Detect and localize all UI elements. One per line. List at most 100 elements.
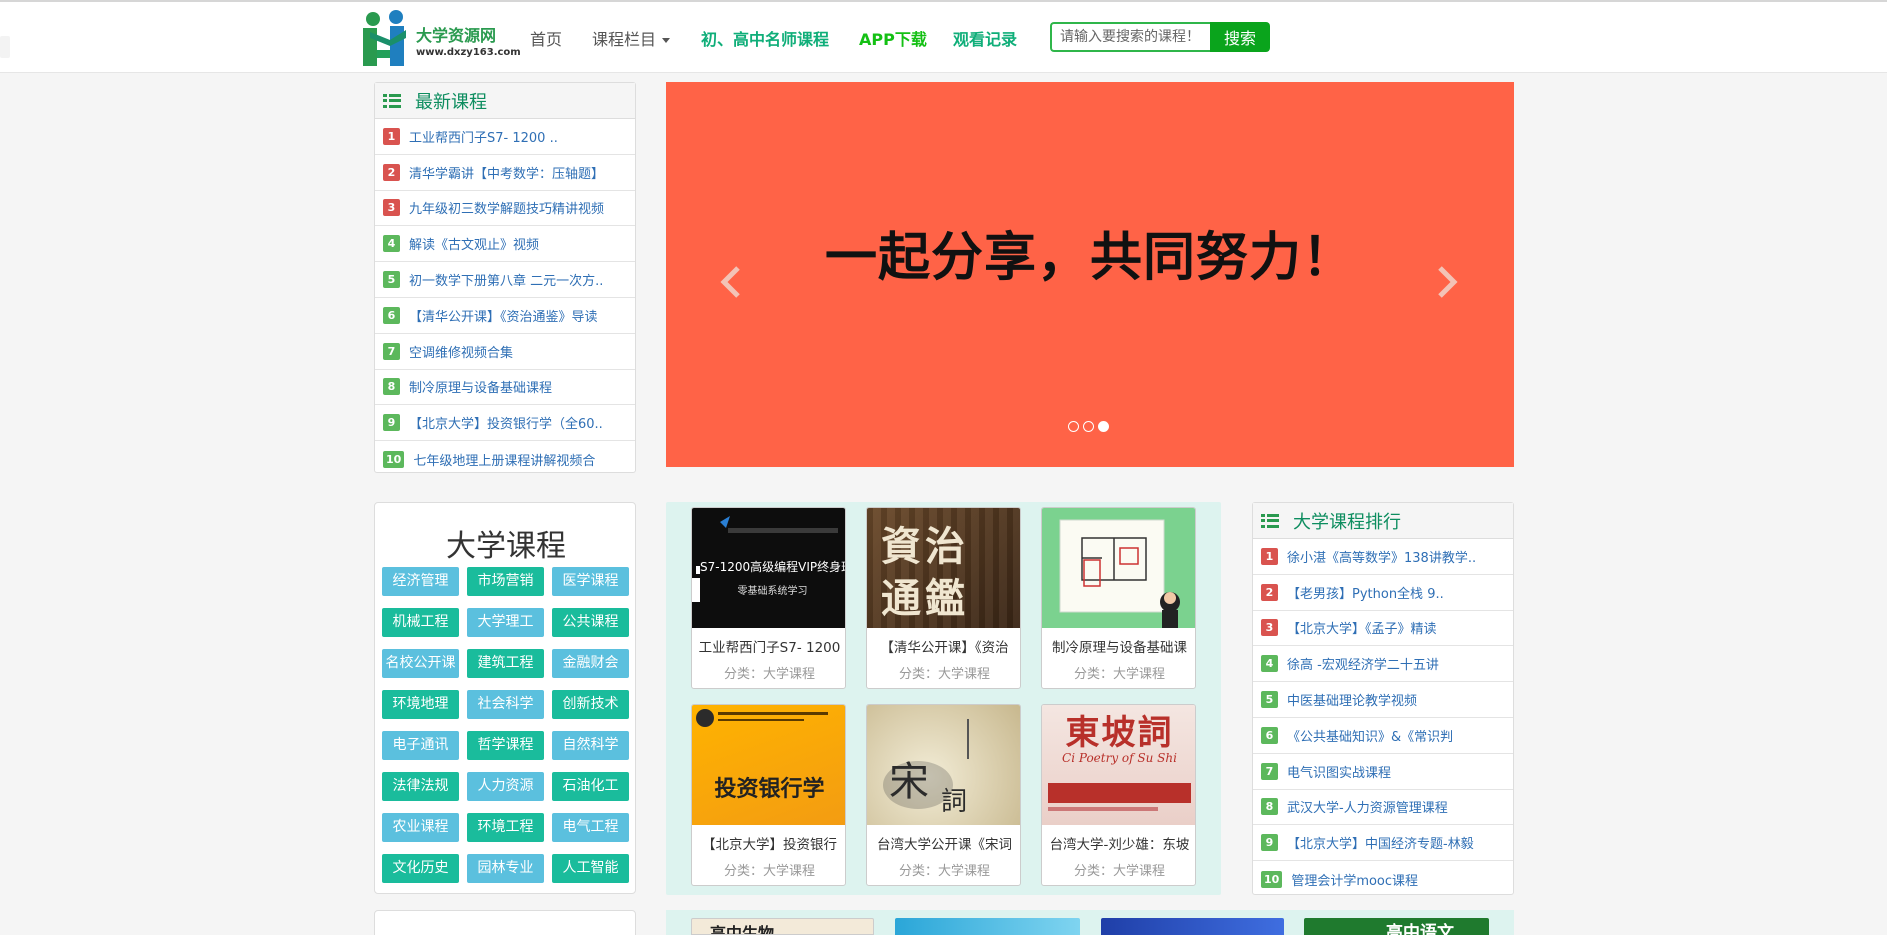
course-category: 分类：大学课程 — [898, 864, 990, 879]
course-link[interactable]: 【北京大学】投资银行学（全60.. — [409, 413, 603, 432]
category-button[interactable]: 哲学课程 — [467, 731, 544, 760]
category-button[interactable]: 园林专业 — [467, 854, 544, 883]
category-button[interactable]: 社会科学 — [467, 690, 544, 719]
category-button[interactable]: 文化历史 — [382, 854, 459, 883]
course-card-peek[interactable]: 高中语文 — [1304, 918, 1489, 935]
list-icon — [1261, 513, 1279, 528]
thumb-caption: S7-1200高级编程VIP终身班 — [700, 560, 846, 574]
list-item[interactable]: 4 徐高 -宏观经济学二十五讲 — [1253, 646, 1513, 683]
course-card-peek[interactable]: 高中生物 — [691, 918, 874, 935]
course-link[interactable]: 管理会计学mooc课程 — [1291, 870, 1418, 889]
course-link[interactable]: 徐小湛《高等数学》138讲教学.. — [1287, 547, 1476, 566]
course-link[interactable]: 《公共基础知识》&《常识判 — [1287, 726, 1453, 745]
course-card[interactable]: 東坡詞 Ci Poetry of Su Shi 台湾大学-刘少雄：东坡 分类：大… — [1041, 704, 1196, 886]
search-input[interactable] — [1050, 22, 1212, 52]
course-title[interactable]: 【清华公开课】《资治 — [867, 636, 1020, 656]
hero-carousel[interactable]: 一起分享，共同努力！ — [666, 82, 1514, 467]
list-item[interactable]: 2 【老男孩】Python全栈 9.. — [1253, 575, 1513, 611]
course-link[interactable]: 清华学霸讲【中考数学：压轴题】 — [409, 163, 604, 182]
course-title[interactable]: 工业帮西门子S7- 1200 — [692, 636, 845, 656]
course-link[interactable]: 解读《古文观止》视频 — [409, 234, 539, 253]
carousel-dot[interactable] — [1083, 421, 1094, 432]
course-card[interactable]: 制冷原理与设备基础课 分类：大学课程 — [1041, 507, 1196, 689]
nav-home[interactable]: 首页 — [530, 26, 562, 50]
carousel-next-button[interactable] — [1434, 264, 1460, 300]
course-link[interactable]: 中医基础理论教学视频 — [1287, 690, 1417, 709]
category-button[interactable]: 经济管理 — [382, 567, 459, 596]
list-item[interactable]: 9 【北京大学】中国经济专题-林毅 — [1253, 825, 1513, 862]
list-item[interactable]: 5 初一数学下册第八章 二元一次方.. — [375, 262, 635, 298]
category-button[interactable]: 环境地理 — [382, 690, 459, 719]
nav-teachers[interactable]: 初、高中名师课程 — [701, 26, 829, 50]
site-logo[interactable]: 大学资源网 www.dxzy163.com — [360, 10, 521, 68]
list-item[interactable]: 10 七年级地理上册课程讲解视频合 — [375, 441, 635, 477]
list-item[interactable]: 6 《公共基础知识》&《常识判 — [1253, 718, 1513, 754]
carousel-dot-active[interactable] — [1098, 421, 1109, 432]
course-link[interactable]: 武汉大学-人力资源管理课程 — [1287, 797, 1448, 816]
caret-down-icon — [662, 38, 671, 43]
category-button[interactable]: 建筑工程 — [467, 649, 544, 678]
nav-app-download[interactable]: APP下载 — [859, 26, 927, 50]
list-item[interactable]: 10 管理会计学mooc课程 — [1253, 861, 1513, 897]
course-link[interactable]: 制冷原理与设备基础课程 — [409, 377, 552, 396]
nav-course-menu[interactable]: 课程栏目 — [592, 26, 671, 50]
category-button[interactable]: 电气工程 — [552, 813, 629, 842]
search-button[interactable]: 搜索 — [1210, 22, 1270, 52]
category-button[interactable]: 市场营销 — [467, 567, 544, 596]
course-title[interactable]: 制冷原理与设备基础课 — [1042, 636, 1195, 656]
course-link[interactable]: 空调维修视频合集 — [409, 342, 513, 361]
course-card[interactable]: 資治 通鑑 【清华公开课】《资治 分类：大学课程 — [866, 507, 1021, 689]
list-item[interactable]: 8 武汉大学-人力资源管理课程 — [1253, 790, 1513, 826]
category-button[interactable]: 公共课程 — [552, 608, 629, 637]
category-button[interactable]: 电子通讯 — [382, 731, 459, 760]
category-button[interactable]: 金融财会 — [552, 649, 629, 678]
course-link[interactable]: 徐高 -宏观经济学二十五讲 — [1287, 654, 1439, 673]
category-button[interactable]: 自然科学 — [552, 731, 629, 760]
list-item[interactable]: 8 制冷原理与设备基础课程 — [375, 370, 635, 406]
course-title[interactable]: 台湾大学-刘少雄：东坡 — [1042, 833, 1195, 853]
category-button[interactable]: 医学课程 — [552, 567, 629, 596]
list-item[interactable]: 5 中医基础理论教学视频 — [1253, 682, 1513, 718]
category-button[interactable]: 人力资源 — [467, 772, 544, 801]
course-link[interactable]: 【老男孩】Python全栈 9.. — [1287, 583, 1444, 602]
course-link[interactable]: 【清华公开课】《资治通鉴》导读 — [409, 306, 598, 325]
category-button[interactable]: 大学理工 — [467, 608, 544, 637]
course-card[interactable]: S7-1200高级编程VIP终身班 零基础系统学习 工业帮西门子S7- 1200… — [691, 507, 846, 689]
course-link[interactable]: 【北京大学】《孟子》精读 — [1287, 618, 1437, 637]
list-item[interactable]: 6 【清华公开课】《资治通鉴》导读 — [375, 298, 635, 334]
category-button[interactable]: 名校公开课 — [382, 649, 459, 678]
list-item[interactable]: 2 清华学霸讲【中考数学：压轴题】 — [375, 155, 635, 191]
category-button[interactable]: 创新技术 — [552, 690, 629, 719]
list-item[interactable]: 1 徐小湛《高等数学》138讲教学.. — [1253, 539, 1513, 575]
category-button[interactable]: 农业课程 — [382, 813, 459, 842]
category-button[interactable]: 人工智能 — [552, 854, 629, 883]
nav-history[interactable]: 观看记录 — [953, 26, 1017, 50]
list-item[interactable]: 9 【北京大学】投资银行学（全60.. — [375, 405, 635, 442]
category-button[interactable]: 法律法规 — [382, 772, 459, 801]
course-title[interactable]: 【北京大学】投资银行 — [692, 833, 845, 853]
list-item[interactable]: 1 工业帮西门子S7- 1200 .. — [375, 119, 635, 155]
course-card-peek[interactable] — [895, 918, 1080, 935]
list-item[interactable]: 3 九年级初三数学解题技巧精讲视频 — [375, 191, 635, 227]
chevron-right-icon — [1438, 266, 1458, 298]
category-button[interactable]: 机械工程 — [382, 608, 459, 637]
course-card[interactable]: 投资银行学 【北京大学】投资银行 分类：大学课程 — [691, 704, 846, 886]
carousel-prev-button[interactable] — [718, 264, 744, 300]
list-item[interactable]: 7 电气识图实战课程 — [1253, 754, 1513, 790]
course-link[interactable]: 九年级初三数学解题技巧精讲视频 — [409, 198, 604, 217]
course-title[interactable]: 台湾大学公开课《宋词 — [867, 833, 1020, 853]
list-item[interactable]: 7 空调维修视频合集 — [375, 334, 635, 370]
list-item[interactable]: 3 【北京大学】《孟子》精读 — [1253, 611, 1513, 647]
list-item[interactable]: 4 解读《古文观止》视频 — [375, 226, 635, 263]
course-link[interactable]: 工业帮西门子S7- 1200 .. — [409, 127, 558, 146]
sidebar-toggle[interactable] — [0, 36, 10, 58]
course-link[interactable]: 电气识图实战课程 — [1287, 762, 1391, 781]
category-button[interactable]: 环境工程 — [467, 813, 544, 842]
course-link[interactable]: 七年级地理上册课程讲解视频合 — [413, 450, 595, 469]
course-card[interactable]: 宋 詞 台湾大学公开课《宋词 分类：大学课程 — [866, 704, 1021, 886]
category-button[interactable]: 石油化工 — [552, 772, 629, 801]
course-card-peek[interactable] — [1101, 918, 1284, 935]
course-link[interactable]: 初一数学下册第八章 二元一次方.. — [409, 270, 603, 289]
course-link[interactable]: 【北京大学】中国经济专题-林毅 — [1287, 833, 1474, 852]
carousel-dot[interactable] — [1068, 421, 1079, 432]
